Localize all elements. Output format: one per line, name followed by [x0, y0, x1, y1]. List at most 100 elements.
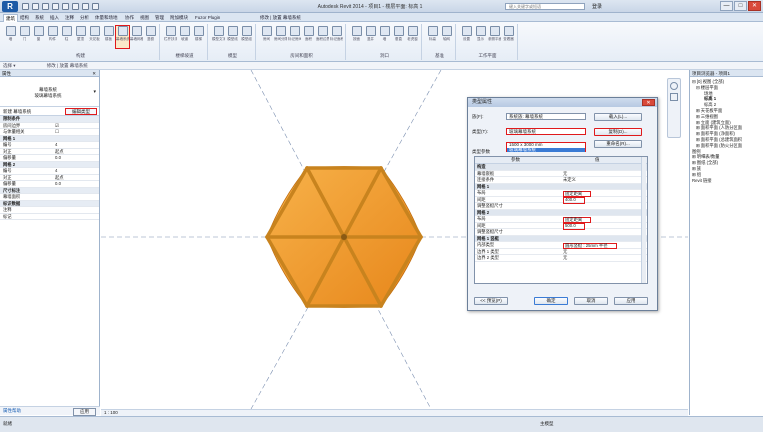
property-value[interactable]: 起点 [55, 149, 64, 155]
apply-button[interactable]: 应用 [614, 297, 648, 305]
ribbon-button[interactable]: 幕墙网格 [130, 26, 143, 48]
type-selector[interactable]: 幕墙系统 玻璃幕墙系统 ▾ [0, 77, 99, 107]
view-3d-icon[interactable] [92, 3, 99, 10]
ribbon-button[interactable]: 老虎窗 [406, 26, 419, 48]
tab-7[interactable]: 协作 [123, 14, 136, 22]
view-scale[interactable]: 1 : 100 [104, 410, 118, 415]
properties-help-link[interactable]: 属性帮助 [3, 407, 21, 415]
property-value[interactable]: 4 [55, 168, 57, 174]
type-dropdown-list[interactable]: 1500 x 3000 mm 玻璃幕墙系统 [506, 142, 586, 153]
ribbon-button[interactable]: 标高 [426, 26, 439, 48]
ribbon-button[interactable]: 坡道 [178, 26, 191, 48]
tab-8[interactable]: 视图 [138, 14, 151, 22]
maximize-button[interactable]: □ [734, 1, 747, 11]
property-value[interactable]: ☑ [55, 123, 59, 129]
apply-button[interactable]: 应用 [73, 408, 96, 416]
ribbon-button[interactable]: 参照平面 [488, 26, 501, 48]
ribbon-button[interactable]: 门 [18, 26, 31, 48]
family-select[interactable]: 系统族: 幕墙系统 [506, 113, 586, 120]
browser-item[interactable]: Revit 链接 [690, 178, 763, 184]
property-value[interactable]: 0.0 [55, 181, 61, 187]
ribbon-button[interactable]: 构件 [46, 26, 59, 48]
ribbon-button[interactable]: 面积边界 [316, 26, 329, 48]
steering-wheel-icon[interactable] [670, 82, 678, 90]
preview-button[interactable]: << 预览(P) [474, 297, 508, 305]
ribbon-button[interactable]: 模型文字 [212, 26, 225, 48]
save-icon[interactable] [32, 3, 39, 10]
ribbon-button[interactable]: 房间分隔 [274, 26, 287, 48]
property-value[interactable]: 4 [55, 142, 57, 148]
rename-button[interactable]: 重命名(R)... [594, 140, 642, 148]
ribbon-button[interactable]: 垂直 [392, 26, 405, 48]
dropdown-option-selected[interactable]: 玻璃幕墙系统 [507, 147, 585, 153]
ribbon-button[interactable]: 柱 [60, 26, 73, 48]
scrollbar[interactable] [641, 157, 646, 283]
ribbon-button[interactable]: 按面 [350, 26, 363, 48]
ribbon-button[interactable]: 房间 [260, 26, 273, 48]
instance-selector[interactable]: 新建 幕墙系统 [3, 109, 31, 115]
tab-11[interactable]: Fuzor Plugin [193, 14, 222, 22]
duplicate-button[interactable]: 复制(D)... [594, 128, 642, 136]
property-value[interactable]: ☐ [55, 129, 59, 135]
zoom-icon[interactable] [670, 93, 678, 101]
ribbon-button[interactable]: 竖梃 [144, 26, 157, 48]
ribbon-button[interactable]: 墙 [4, 26, 17, 48]
tab-4[interactable]: 注释 [63, 14, 76, 22]
property-value[interactable]: 起点 [55, 175, 64, 181]
ribbon-button[interactable]: 竖井 [364, 26, 377, 48]
ribbon-button[interactable]: 查看器 [502, 26, 515, 48]
active-model[interactable]: 主模型 [540, 417, 554, 431]
param-value[interactable]: 未定义 [563, 177, 576, 183]
close-icon[interactable]: ✕ [92, 70, 96, 77]
ribbon-button[interactable]: 显示 [474, 26, 487, 48]
text-icon[interactable] [82, 3, 89, 10]
open-icon[interactable] [22, 3, 29, 10]
param-value[interactable]: 无 [563, 171, 567, 177]
ribbon-button[interactable]: 面积 [302, 26, 315, 48]
tab-6[interactable]: 体量和场地 [93, 14, 120, 22]
select-dropdown[interactable]: 选择 ▾ [3, 63, 16, 68]
ribbon-button[interactable]: 标记面积 [330, 26, 343, 48]
tab-1[interactable]: 结构 [18, 14, 31, 22]
ribbon-button[interactable]: 标记房间 [288, 26, 301, 48]
chevron-down-icon[interactable]: ▾ [93, 89, 96, 95]
ribbon-button[interactable]: 模型线 [226, 26, 239, 48]
tab-3[interactable]: 插入 [48, 14, 61, 22]
search-input[interactable]: 键入关键字或短语 [505, 3, 585, 10]
tab-2[interactable]: 系统 [33, 14, 46, 22]
tab-9[interactable]: 管理 [153, 14, 166, 22]
ribbon-button[interactable]: 楼板 [102, 26, 115, 48]
ribbon-button[interactable]: 栏杆扶手 [164, 26, 177, 48]
ribbon-button[interactable]: 窗 [32, 26, 45, 48]
param-value[interactable]: 无 [563, 249, 567, 255]
ok-button[interactable]: 确定 [534, 297, 568, 305]
tab-5[interactable]: 分析 [78, 14, 91, 22]
load-button[interactable]: 载入(L)... [594, 113, 642, 121]
sign-in-label[interactable]: 登录 [592, 3, 672, 10]
ribbon-button[interactable]: 幕墙系统 [115, 25, 130, 49]
undo-icon[interactable] [42, 3, 49, 10]
close-button[interactable]: ✕ [748, 1, 761, 11]
edit-type-button[interactable]: 编辑类型 [65, 108, 97, 115]
ribbon-button[interactable]: 楼梯 [192, 26, 205, 48]
revit-logo[interactable]: R [2, 1, 18, 12]
minimize-button[interactable]: — [720, 1, 733, 11]
ribbon-button[interactable]: 屋顶 [74, 26, 87, 48]
redo-icon[interactable] [52, 3, 59, 10]
cancel-button[interactable]: 取消 [574, 297, 608, 305]
print-icon[interactable] [62, 3, 69, 10]
ribbon-button-label: 查看器 [503, 37, 514, 41]
ribbon-button[interactable]: 天花板 [88, 26, 101, 48]
measure-icon[interactable] [72, 3, 79, 10]
tab-10[interactable]: 附加模块 [168, 14, 190, 22]
ribbon-button[interactable]: 墙 [378, 26, 391, 48]
dialog-close-button[interactable]: ✕ [642, 99, 655, 106]
tab-0[interactable]: 建筑 [3, 14, 18, 22]
tab-12[interactable]: 修改 | 放置 幕墙系统 [258, 14, 303, 22]
param-value[interactable]: 无 [563, 255, 567, 261]
ribbon-button[interactable]: 模型组 [240, 26, 253, 48]
property-value[interactable]: 0.0 [55, 155, 61, 161]
ribbon-button[interactable]: 设置 [460, 26, 473, 48]
ribbon-button[interactable]: 轴网 [440, 26, 453, 48]
type-select[interactable]: 玻璃幕墙系统 [506, 128, 586, 135]
